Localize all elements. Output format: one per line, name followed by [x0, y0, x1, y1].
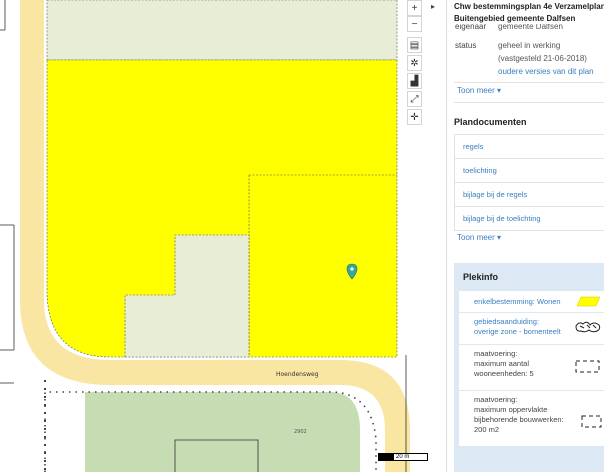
- plan-title-line1: Chw bestemmingsplan 4e Verzamelplan: [454, 2, 604, 11]
- document-link-regels[interactable]: regels: [454, 135, 604, 159]
- map-viewport[interactable]: Hoendensweg 2902 + − ▤ ✲ ▟ ⤢ ✛ 20 m: [0, 0, 430, 472]
- eigenaar-value: gemeente Dalfsen: [498, 24, 563, 31]
- settings-button[interactable]: ✲: [407, 55, 422, 71]
- layers-icon: ▤: [409, 39, 420, 51]
- plekinfo-item-bomenteelt[interactable]: gebiedsaanduiding: overige zone - boment…: [459, 313, 604, 345]
- plekinfo-item-line: maatvoering:: [474, 349, 518, 358]
- zoom-in-button[interactable]: +: [407, 0, 422, 16]
- tree-pattern-symbol-icon: [575, 321, 601, 333]
- plekinfo-item-wooneenheden[interactable]: maatvoering: maximum aantal wooneenheden…: [459, 345, 604, 391]
- map-toolbar: + − ▤ ✲ ▟ ⤢ ✛: [407, 0, 423, 127]
- status-value-line1: geheel in werking: [498, 41, 561, 50]
- map-canvas[interactable]: [0, 0, 430, 472]
- toon-meer-documents-link[interactable]: Toon meer ▾: [447, 231, 604, 245]
- older-versions-link[interactable]: oudere versies van dit plan: [498, 66, 594, 77]
- scale-bar-block: [379, 454, 394, 460]
- status-key: status: [455, 41, 477, 50]
- plandocumenten-heading: Plandocumenten: [454, 117, 527, 127]
- road-label: Hoendensweg: [276, 371, 319, 378]
- plan-title-line2: Buitengebied gemeente Dalfsen: [454, 14, 576, 23]
- locate-button[interactable]: ✛: [407, 109, 422, 125]
- layers-button[interactable]: ▤: [407, 37, 422, 53]
- plekinfo-item-oppervlakte[interactable]: maatvoering: maximum oppervlakte bijbeho…: [459, 391, 604, 447]
- print-icon: ▟: [410, 75, 419, 87]
- road-vertical: [20, 0, 44, 300]
- dashed-box-symbol-icon: [581, 415, 602, 428]
- document-link-bijlage-regels[interactable]: bijlage bij de regels: [454, 183, 604, 207]
- document-list: regels toelichting bijlage bij de regels…: [454, 134, 604, 231]
- plekinfo-section: Plekinfo enkelbestemming: Wonen gebiedsa…: [454, 263, 604, 472]
- zoom-out-button[interactable]: −: [407, 16, 422, 32]
- fullscreen-icon: ⤢: [410, 93, 419, 105]
- document-link-bijlage-toelichting[interactable]: bijlage bij de toelichting: [454, 207, 604, 231]
- eigenaar-key: eigenaar: [455, 24, 487, 31]
- status-row: status geheel in werking: [447, 40, 604, 51]
- plekinfo-heading: Plekinfo: [463, 272, 499, 282]
- eigenaar-row: eigenaar gemeente Dalfsen: [447, 24, 604, 33]
- parcel-number-label: 2902: [294, 429, 307, 435]
- plekinfo-item-line: maatvoering:: [474, 395, 518, 404]
- plekinfo-item-label: enkelbestemming: Wonen: [474, 297, 561, 306]
- plekinfo-item-wonen[interactable]: enkelbestemming: Wonen: [459, 291, 604, 313]
- document-link-toelichting[interactable]: toelichting: [454, 159, 604, 183]
- status-value-line2: (vastgesteld 21-06-2018): [498, 54, 587, 63]
- toon-meer-link[interactable]: Toon meer ▾: [447, 84, 604, 98]
- parcel-top: [46, 0, 398, 61]
- gear-icon: ✲: [410, 57, 419, 69]
- dashed-box-symbol-icon: [575, 360, 600, 373]
- scale-label: 20 m: [396, 454, 410, 460]
- locate-icon: ✛: [410, 111, 419, 123]
- info-panel: Chw bestemmingsplan 4e Verzamelplan Buit…: [446, 0, 604, 472]
- print-button[interactable]: ▟: [407, 73, 422, 89]
- scale-bar: 20 m: [378, 453, 428, 461]
- plekinfo-item-line: maximum oppervlakte: [474, 405, 548, 414]
- yellow-area-symbol-icon: [577, 296, 601, 307]
- collapse-panel-icon[interactable]: ▸: [431, 2, 435, 11]
- fullscreen-button[interactable]: ⤢: [407, 91, 422, 107]
- green-area: [85, 392, 360, 472]
